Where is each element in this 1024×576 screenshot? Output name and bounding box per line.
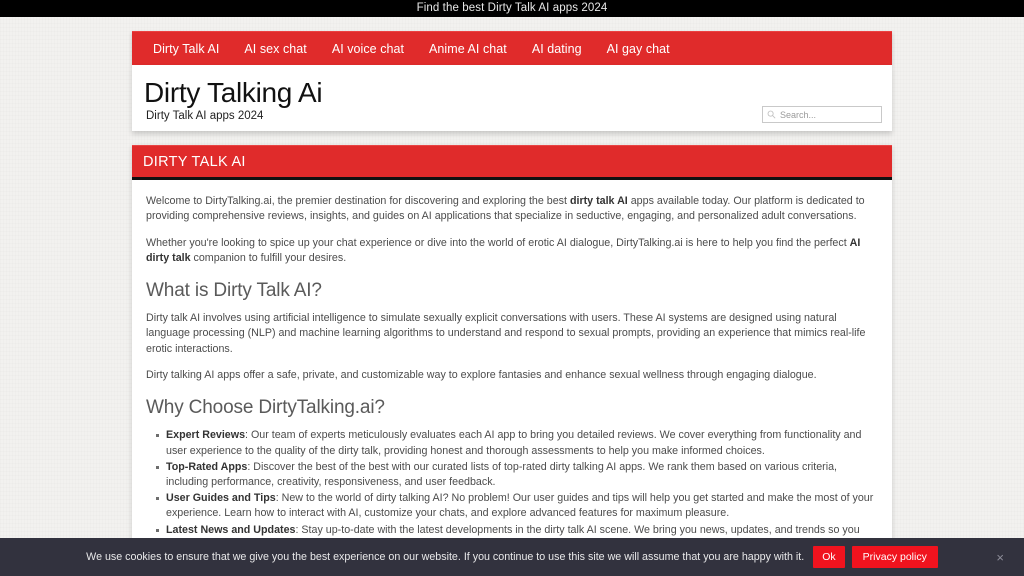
list-item-text: : Our team of experts meticulously evalu… — [166, 429, 862, 457]
nav-item-ai-sex-chat[interactable]: AI sex chat — [244, 42, 306, 56]
search-icon — [767, 110, 776, 119]
nav-item-ai-voice-chat[interactable]: AI voice chat — [332, 42, 404, 56]
list-item-text: : Discover the best of the best with our… — [166, 460, 838, 488]
cookie-message: We use cookies to ensure that we give yo… — [86, 551, 805, 563]
section-heading-what-is: What is Dirty Talk AI? — [146, 280, 322, 302]
nav-item-ai-dating[interactable]: AI dating — [532, 42, 582, 56]
close-icon[interactable]: × — [996, 551, 1004, 564]
page-shell: Dirty Talk AI AI sex chat AI voice chat … — [132, 17, 892, 576]
section-heading-why-choose: Why Choose DirtyTalking.ai? — [146, 397, 385, 419]
content-card: DIRTY TALK AI Welcome to DirtyTalking.ai… — [132, 145, 892, 576]
site-title[interactable]: Dirty Talking Ai — [144, 78, 871, 108]
cookie-accept-button[interactable]: Ok — [813, 546, 845, 568]
content-card-header: DIRTY TALK AI — [132, 145, 892, 180]
nav-item-dirty-talk-ai[interactable]: Dirty Talk AI — [153, 42, 219, 56]
section-paragraph: Dirty talking AI apps offer a safe, priv… — [146, 369, 817, 382]
list-item-label: Latest News and Updates — [166, 523, 296, 536]
content-card-body: Welcome to DirtyTalking.ai, the premier … — [132, 180, 892, 576]
top-announcement-text: Find the best Dirty Talk AI apps 2024 — [416, 2, 608, 14]
top-announcement-bar: Find the best Dirty Talk AI apps 2024 — [0, 0, 1024, 17]
section-paragraph: Dirty talk AI involves using artificial … — [146, 312, 866, 355]
body-text: Welcome to DirtyTalking.ai, the premier … — [146, 195, 570, 207]
main-navigation: Dirty Talk AI AI sex chat AI voice chat … — [132, 31, 892, 65]
list-item-label: Top-Rated Apps — [166, 460, 248, 473]
cookie-consent-bar: We use cookies to ensure that we give yo… — [0, 538, 1024, 576]
privacy-policy-button[interactable]: Privacy policy — [851, 546, 938, 568]
site-header: Dirty Talking Ai Dirty Talk AI apps 2024 — [132, 65, 892, 131]
list-item-label: Expert Reviews — [166, 429, 246, 442]
list-item: Expert Reviews: Our team of experts meti… — [146, 428, 878, 458]
body-text: Whether you're looking to spice up your … — [146, 236, 850, 249]
page-title: DIRTY TALK AI — [143, 153, 246, 170]
list-item-label: User Guides and Tips — [166, 492, 276, 505]
search-input[interactable] — [780, 109, 877, 120]
body-text: companion to fulfill your desires. — [190, 251, 347, 264]
emphasis-text: dirty talk AI — [569, 195, 628, 207]
list-item: Top-Rated Apps: Discover the best of the… — [146, 460, 878, 490]
intro-paragraph-1: Welcome to DirtyTalking.ai, the premier … — [146, 194, 878, 225]
list-item: User Guides and Tips: New to the world o… — [146, 491, 878, 521]
intro-paragraph-2: Whether you're looking to spice up your … — [146, 236, 878, 267]
search-box[interactable] — [762, 106, 882, 123]
nav-item-anime-ai-chat[interactable]: Anime AI chat — [429, 42, 507, 56]
benefits-list: Expert Reviews: Our team of experts meti… — [146, 428, 878, 553]
nav-item-ai-gay-chat[interactable]: AI gay chat — [607, 42, 670, 56]
